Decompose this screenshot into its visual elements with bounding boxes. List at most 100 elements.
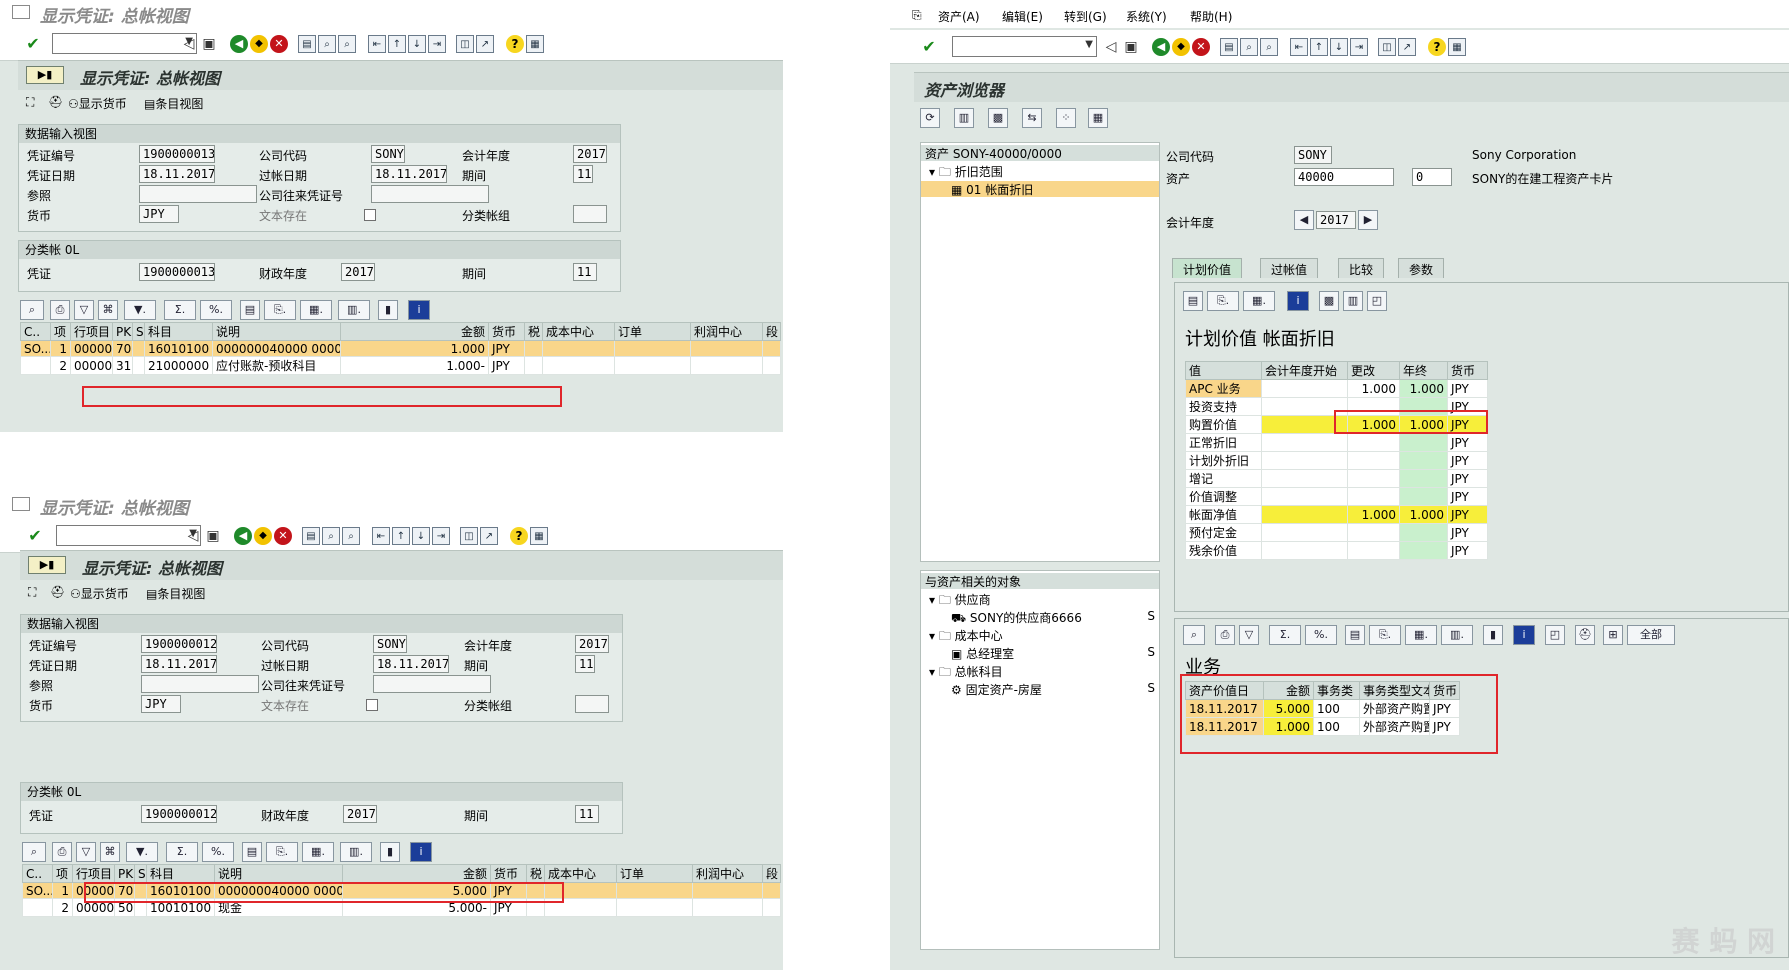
ledger-period-field[interactable]: 11 [575, 805, 599, 823]
col-currency[interactable]: 货币 [490, 864, 527, 883]
col-amount[interactable]: 金额 [342, 864, 491, 883]
col-item[interactable]: 项 [50, 322, 71, 341]
layout-change-icon[interactable]: ▥. [1441, 625, 1473, 645]
table-row[interactable]: 18.11.2017 5.000 100 外部资产购置 JPY [1185, 699, 1460, 718]
help-icon[interactable]: ? [510, 527, 528, 545]
col-trans-type[interactable]: 事务类 [1313, 681, 1360, 700]
back-icon[interactable]: ◀ [1152, 38, 1170, 56]
col-c[interactable]: C.. [22, 864, 53, 883]
save-icon[interactable]: ▣ [200, 35, 218, 53]
col-item[interactable]: 项 [52, 864, 73, 883]
table-row[interactable]: 购置价值 1.000 1.000 JPY [1185, 415, 1488, 434]
next-page-icon[interactable]: ↓ [1330, 38, 1348, 56]
col-currency[interactable]: 货币 [488, 322, 525, 341]
ledger-group-field[interactable] [573, 205, 607, 223]
subtotal-icon[interactable]: %. [1305, 625, 1337, 645]
print-icon[interactable]: ▤ [298, 35, 316, 53]
set-filter-icon[interactable]: ▼. [124, 300, 156, 320]
next-year-button[interactable]: ▶ [1358, 210, 1378, 230]
asset-icon[interactable]: ▩ [988, 108, 1008, 128]
structure-icon[interactable]: ⁘ [1056, 108, 1076, 128]
exit-icon[interactable]: ◆ [1172, 38, 1190, 56]
doc-date-field[interactable]: 18.11.2017 [141, 655, 217, 673]
export-icon[interactable]: ⎘. [266, 842, 298, 862]
menu-system[interactable]: 系统(Y) [1126, 8, 1167, 25]
shortcut-icon[interactable]: ↗ [1398, 38, 1416, 56]
back-arrow-icon[interactable]: ◁ [180, 35, 198, 53]
first-page-icon[interactable]: ⇤ [368, 35, 386, 53]
other-doc-icon[interactable]: ⛶ [28, 585, 36, 600]
print-icon[interactable]: ⎙ [52, 842, 72, 862]
fiscal-year-field[interactable]: 2017 [575, 635, 609, 653]
intercompany-field[interactable] [371, 185, 489, 203]
col-pk[interactable]: PK [114, 864, 135, 883]
col-s[interactable]: S [134, 864, 147, 883]
doc-icon[interactable]: ◰ [1545, 625, 1565, 645]
col-amount[interactable]: 金额 [1263, 681, 1314, 700]
tree-leaf-gl[interactable]: ⚙ 固定资产-房屋 S [921, 681, 1159, 697]
next-page-icon[interactable]: ↓ [408, 35, 426, 53]
new-session-icon[interactable]: ◫ [456, 35, 474, 53]
set-filter-icon[interactable]: ▼. [126, 842, 158, 862]
col-line-item[interactable]: 行项目 [72, 864, 115, 883]
find-icon[interactable]: ⌕ [1240, 38, 1258, 56]
intercompany-field[interactable] [373, 675, 491, 693]
filter-icon[interactable]: ▽ [74, 300, 94, 320]
view-icon[interactable]: ▤ [240, 300, 260, 320]
table-row[interactable]: 残余价值 JPY [1185, 541, 1488, 560]
refresh-icon[interactable]: ⟳ [920, 108, 940, 128]
tab-posted-values[interactable]: 过帐值 [1260, 258, 1319, 278]
tree-leaf-book-dep[interactable]: ▦ 01 帐面折旧 [921, 181, 1159, 197]
new-session-icon[interactable]: ◫ [1378, 38, 1396, 56]
tree-root[interactable]: 资产 SONY-40000/0000 [921, 145, 1159, 161]
enter-icon[interactable]: ✔ [920, 38, 938, 56]
ledger-period-field[interactable]: 11 [573, 263, 597, 281]
ledger-fy-field[interactable]: 2017 [341, 263, 375, 281]
col-change[interactable]: 更改 [1347, 361, 1400, 380]
calc-icon[interactable]: ▥ [1343, 291, 1363, 311]
table-row[interactable]: 2 000002 31 21000000 应付账款-预收科目 1.000- JP… [20, 356, 781, 375]
info-icon[interactable]: i [1513, 625, 1535, 645]
entry-view-button[interactable]: ▤条目视图 [146, 585, 205, 602]
graphic-icon[interactable]: ▮ [380, 842, 400, 862]
table-row[interactable]: 2 000002 50 10010100 现金 5.000- JPY [22, 898, 781, 917]
sum-icon[interactable]: Σ. [164, 300, 196, 320]
tree-node-dep-areas[interactable]: ▾ 🗀 折旧范围 [921, 163, 1159, 179]
overview-icon[interactable]: ▥ [954, 108, 974, 128]
col-value-date[interactable]: 资产价值日 [1185, 681, 1264, 700]
doc-no-field[interactable]: 1900000012 [141, 635, 217, 653]
help-icon[interactable]: ? [506, 35, 524, 53]
doc-date-field[interactable]: 18.11.2017 [139, 165, 215, 183]
table-row[interactable]: 18.11.2017 1.000 100 外部资产购置 JPY [1185, 717, 1460, 736]
col-description[interactable]: 说明 [214, 864, 343, 883]
col-order[interactable]: 订单 [614, 322, 691, 341]
cancel-icon[interactable]: ✕ [270, 35, 288, 53]
command-field[interactable] [952, 36, 1097, 57]
tree-node-vendor[interactable]: ▾ 🗀 供应商 [921, 591, 1159, 607]
simulate-icon[interactable]: ◰ [1367, 291, 1387, 311]
col-cost-center[interactable]: 成本中心 [544, 864, 617, 883]
graphic-icon[interactable]: ▮ [378, 300, 398, 320]
posting-date-field[interactable]: 18.11.2017 [373, 655, 449, 673]
export-icon[interactable]: ⎘. [264, 300, 296, 320]
compare-icon[interactable]: ⇆ [1022, 108, 1042, 128]
menu-edit[interactable]: 编辑(E) [1002, 8, 1043, 25]
shortcut-icon[interactable]: ↗ [480, 527, 498, 545]
company-code-field[interactable]: SONY [371, 145, 405, 163]
col-fy-start[interactable]: 会计年度开始 [1261, 361, 1348, 380]
save-icon[interactable]: ▣ [1122, 38, 1140, 56]
table-row[interactable]: 帐面净值 1.000 1.000 JPY [1185, 505, 1488, 524]
col-segment[interactable]: 段 [762, 322, 781, 341]
info-icon[interactable]: i [1287, 291, 1309, 311]
col-s[interactable]: S [132, 322, 145, 341]
enter-icon[interactable]: ✔ [24, 35, 42, 53]
col-amount[interactable]: 金额 [340, 322, 489, 341]
reference-field[interactable] [141, 675, 259, 693]
graphic-icon[interactable]: ▮ [1483, 625, 1503, 645]
table-row[interactable]: 正常折旧 JPY [1185, 433, 1488, 452]
ledger-fy-field[interactable]: 2017 [343, 805, 377, 823]
display-currency-button[interactable]: ⚇显示货币 [68, 95, 127, 112]
col-tax[interactable]: 税 [526, 864, 545, 883]
currency-field[interactable]: JPY [141, 695, 181, 713]
filter-icon[interactable]: ▽ [76, 842, 96, 862]
